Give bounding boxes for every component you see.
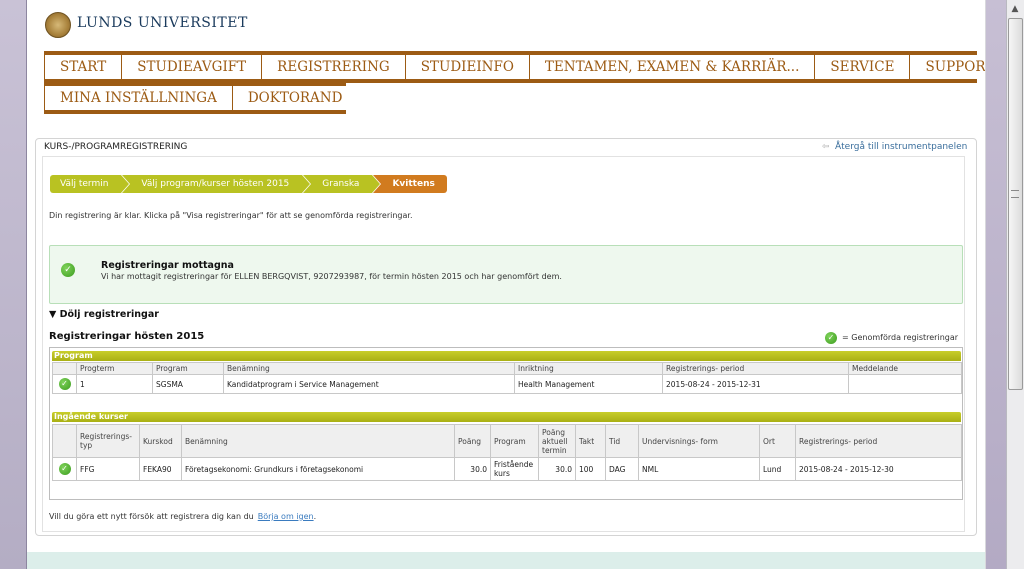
chevron-right-icon — [121, 175, 130, 193]
table-cell: 1 — [76, 374, 153, 394]
table-cell: SGSMA — [152, 374, 224, 394]
courses-table: Registrerings-typ Kurskod Benämning Poän… — [52, 424, 962, 481]
window-right-gutter — [986, 0, 1006, 569]
back-arrow-icon[interactable]: ⇦ — [822, 142, 830, 152]
column-header: Registrerings- period — [795, 424, 962, 458]
intro-text: Din registrering är klar. Klicka på "Vis… — [49, 211, 413, 220]
step-label: Välj program/kurser hösten 2015 — [141, 179, 290, 189]
table-cell: Health Management — [514, 374, 663, 394]
nav-studieavgift[interactable]: STUDIEAVGIFT — [122, 55, 263, 79]
scroll-up-arrow-icon[interactable]: ▲ — [1008, 2, 1022, 16]
nav-service[interactable]: SERVICE — [815, 55, 911, 79]
column-header: Meddelande — [848, 362, 962, 375]
hide-registrations-toggle[interactable]: ▼ Dölj registreringar — [49, 309, 159, 320]
column-header: Benämning — [223, 362, 515, 375]
university-logo-text[interactable]: LUNDS UNIVERSITET — [77, 15, 248, 31]
column-header: Program — [152, 362, 224, 375]
status-cell: ✓ — [52, 374, 77, 394]
retry-suffix: . — [313, 512, 317, 521]
table-cell — [848, 374, 962, 394]
chevron-right-icon — [302, 175, 311, 193]
step-label: Välj termin — [60, 179, 109, 189]
step-granska[interactable]: Granska — [303, 175, 381, 193]
page-footer-strip — [27, 552, 985, 569]
column-header: Undervisnings- form — [638, 424, 760, 458]
status-cell: ✓ — [52, 457, 77, 481]
table-row: ✓ 1 SGSMA Kandidatprogram i Service Mana… — [52, 374, 962, 394]
success-title: Registreringar mottagna — [101, 260, 234, 271]
scrollbar-grip-icon — [1011, 190, 1019, 198]
step-label: Kvittens — [392, 179, 435, 189]
column-header: Ort — [759, 424, 796, 458]
program-table: Progterm Program Benämning Inriktning Re… — [52, 362, 962, 394]
courses-section-header: Ingående kurser — [52, 412, 961, 422]
column-header: Registrerings-typ — [76, 424, 140, 458]
table-cell: DAG — [605, 457, 639, 481]
column-header — [52, 362, 77, 375]
table-cell: 2015-08-24 - 2015-12-30 — [795, 457, 962, 481]
checkmark-icon: ✓ — [61, 263, 75, 277]
column-header: Poäng aktuell termin — [538, 424, 576, 458]
column-header: Kurskod — [139, 424, 182, 458]
nav-support[interactable]: SUPPORT — [910, 55, 985, 79]
column-header: Inriktning — [514, 362, 663, 375]
column-header: Benämning — [181, 424, 455, 458]
main-nav-row-2: MINA INSTÄLLNINGA DOKTORAND — [44, 82, 346, 114]
nav-doktorand[interactable]: DOKTORAND — [233, 86, 358, 110]
program-section-header: Program — [52, 351, 961, 361]
table-cell: 2015-08-24 - 2015-12-31 — [662, 374, 849, 394]
table-header-row: Progterm Program Benämning Inriktning Re… — [52, 362, 962, 375]
page: LUNDS UNIVERSITET START STUDIEAVGIFT REG… — [27, 0, 985, 569]
checkmark-icon: ✓ — [58, 463, 71, 475]
nav-studieinfo[interactable]: STUDIEINFO — [406, 55, 530, 79]
step-valj-termin[interactable]: Välj termin — [50, 175, 130, 193]
table-cell: 30.0 — [538, 457, 576, 481]
table-row: ✓ FFG FEKA90 Företagsekonomi: Grundkurs … — [52, 457, 962, 481]
nav-start[interactable]: START — [44, 55, 123, 79]
column-header — [52, 424, 77, 458]
retry-prefix: Vill du göra ett nytt försök att registr… — [49, 512, 254, 521]
scrollbar-thumb[interactable] — [1008, 18, 1023, 390]
table-cell: NML — [638, 457, 760, 481]
table-cell: FFG — [76, 457, 140, 481]
table-cell: Kandidatprogram i Service Management — [223, 374, 515, 394]
step-valj-program[interactable]: Välj program/kurser hösten 2015 — [122, 175, 311, 193]
registrations-heading: Registreringar hösten 2015 — [49, 331, 205, 342]
table-cell: FEKA90 — [139, 457, 182, 481]
table-cell: Företagsekonomi: Grundkurs i företagseko… — [181, 457, 455, 481]
column-header: Tid — [605, 424, 639, 458]
step-progress: Välj termin Välj program/kurser hösten 2… — [50, 175, 448, 193]
retry-text: Vill du göra ett nytt försök att registr… — [49, 512, 316, 521]
nav-mina-installningar[interactable]: MINA INSTÄLLNINGA — [44, 86, 233, 110]
table-cell: 30.0 — [454, 457, 491, 481]
chevron-right-icon — [372, 175, 381, 193]
table-cell: 100 — [575, 457, 606, 481]
column-header: Program — [490, 424, 539, 458]
nav-registrering[interactable]: REGISTRERING — [262, 55, 406, 79]
start-over-link[interactable]: Börja om igen — [258, 512, 314, 521]
main-nav-row-1: START STUDIEAVGIFT REGISTRERING STUDIEIN… — [44, 51, 985, 83]
checkmark-icon: ✓ — [58, 378, 71, 390]
success-message: Vi har mottagit registreringar för ELLEN… — [101, 272, 562, 281]
university-seal-icon[interactable] — [45, 12, 71, 38]
column-header: Progterm — [76, 362, 153, 375]
column-header: Takt — [575, 424, 606, 458]
legend-checkmark-icon: ✓ — [825, 332, 837, 344]
nav-tentamen[interactable]: TENTAMEN, EXAMEN & KARRIÄR... — [530, 55, 816, 79]
legend-text: = Genomförda registreringar — [842, 333, 959, 342]
step-label: Granska — [322, 179, 360, 189]
table-cell: Lund — [759, 457, 796, 481]
column-header: Poäng — [454, 424, 491, 458]
card-title: KURS-/PROGRAMREGISTRERING — [44, 142, 188, 152]
table-header-row: Registrerings-typ Kurskod Benämning Poän… — [52, 424, 962, 458]
back-to-dashboard-link[interactable]: Återgå till instrumentpanelen — [835, 142, 967, 152]
step-kvittens[interactable]: Kvittens — [373, 175, 447, 193]
window-left-border — [0, 0, 27, 569]
table-cell: Fristående kurs — [490, 457, 539, 481]
column-header: Registrerings- period — [662, 362, 849, 375]
